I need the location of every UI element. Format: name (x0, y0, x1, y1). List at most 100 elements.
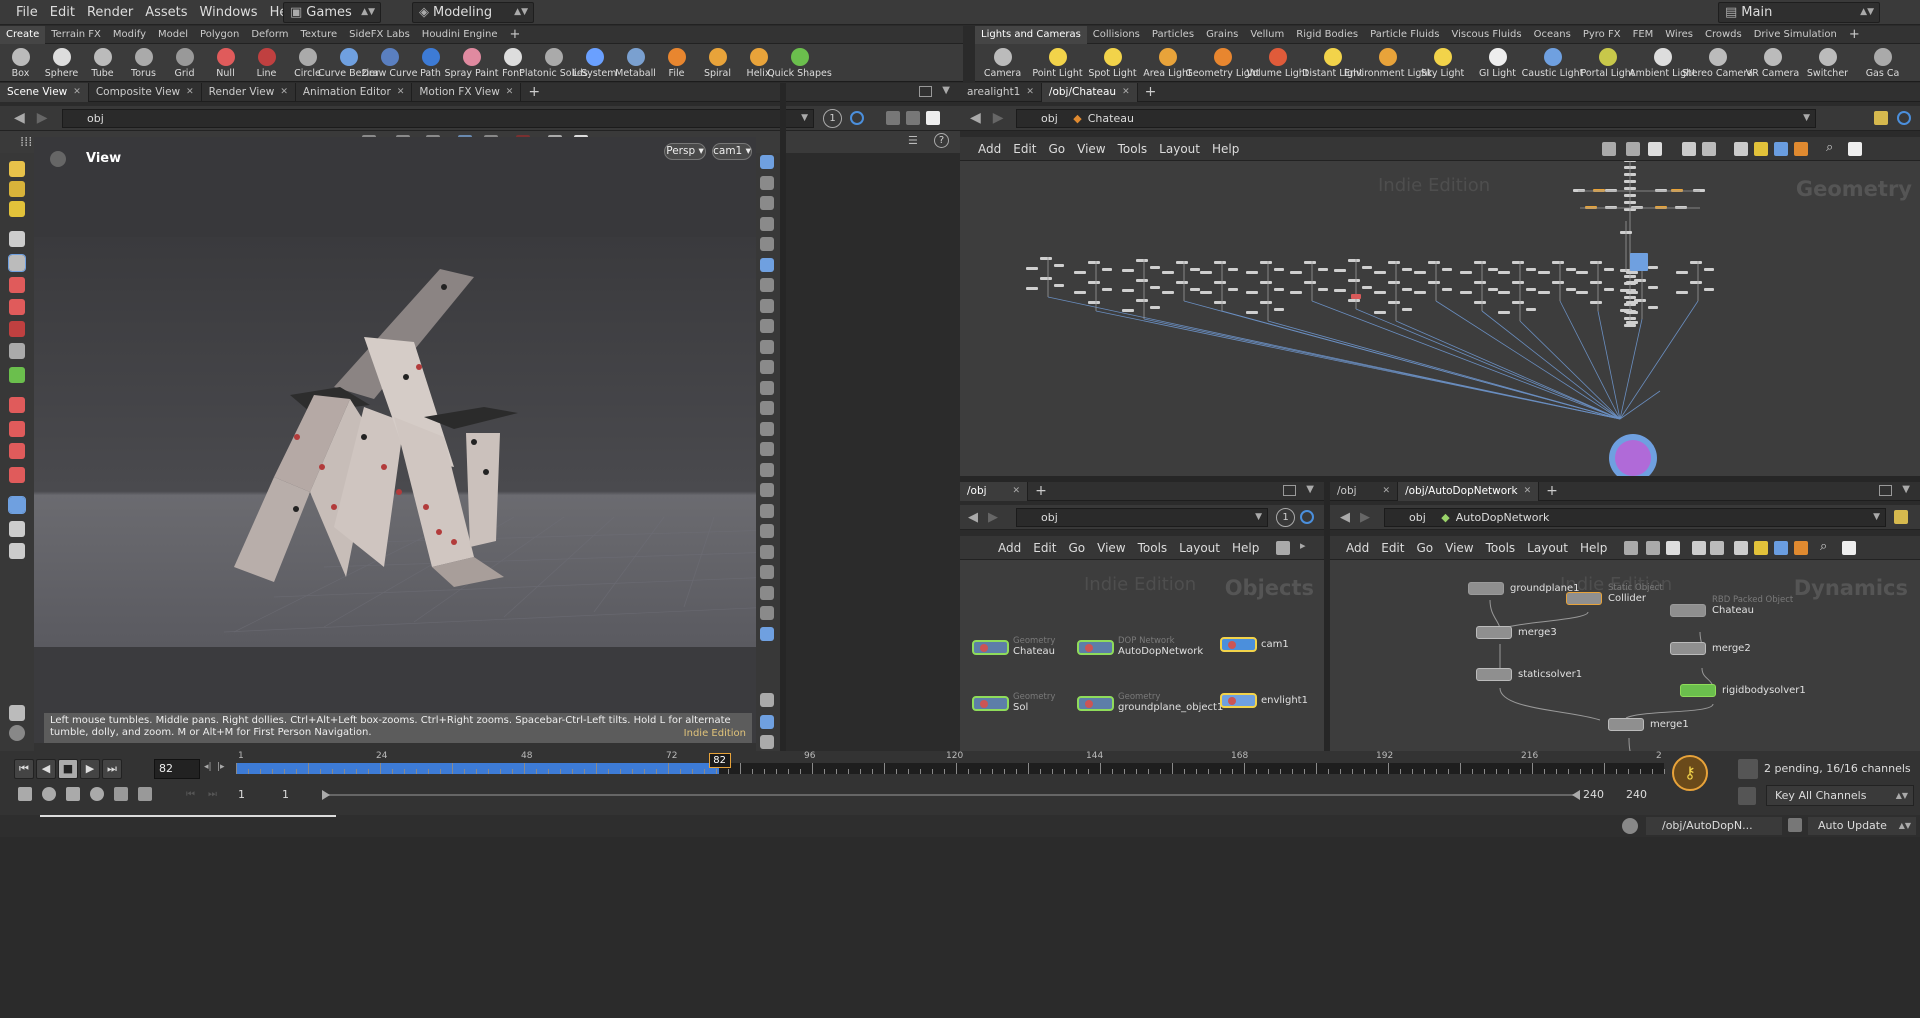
geo-node[interactable] (1304, 261, 1316, 264)
path-field[interactable]: obj ▼ (1016, 508, 1268, 527)
geo-node[interactable] (1150, 306, 1160, 309)
geo-node[interactable] (1348, 279, 1360, 282)
list-icon[interactable] (1648, 142, 1662, 156)
dop-node-rigidbodysolver1-6[interactable]: rigidbodysolver1 (1680, 684, 1806, 697)
geo-node[interactable] (1190, 268, 1200, 271)
desktop-select[interactable]: ▣ Games ▲▼ (283, 2, 381, 23)
tool-sky-light[interactable]: Sky Light (1415, 46, 1470, 79)
geo-node[interactable] (1200, 291, 1212, 294)
geo-node[interactable] (1150, 286, 1160, 289)
geo-node[interactable] (1026, 267, 1038, 270)
display-option-icon[interactable] (760, 401, 774, 415)
geo-node[interactable] (1626, 321, 1638, 324)
geo-node[interactable] (1228, 288, 1238, 291)
display-option-icon[interactable] (760, 380, 774, 395)
translate-icon[interactable] (9, 321, 25, 337)
geo-node[interactable] (1136, 259, 1148, 262)
tab-composite-view[interactable]: Composite View ✕ (89, 82, 202, 102)
shelf-tab-houdini-engine[interactable]: Houdini Engine (416, 26, 504, 44)
geo-node[interactable] (1402, 268, 1412, 271)
geo-node[interactable] (1214, 281, 1226, 284)
layout-select[interactable]: ▤ Main ▲▼ (1718, 2, 1880, 23)
shelf-tab-model[interactable]: Model (152, 26, 194, 44)
viewport-layout-icon[interactable] (886, 111, 900, 125)
stack-icon[interactable] (1794, 142, 1808, 156)
select-icon[interactable] (9, 231, 25, 247)
geo-node[interactable] (1498, 271, 1510, 274)
geo-node[interactable] (1428, 261, 1440, 264)
tab-obj[interactable]: /obj ✕ (1330, 481, 1399, 501)
menu-view[interactable]: View (1091, 541, 1131, 555)
camera-tool-icon[interactable] (9, 521, 25, 537)
tool-spray-paint[interactable]: Spray Paint (445, 46, 498, 79)
image-icon[interactable] (1734, 142, 1748, 156)
realtime-icon[interactable] (18, 787, 32, 801)
display-option-icon[interactable] (760, 462, 774, 477)
pin-badge[interactable]: 1 (823, 109, 842, 128)
tab-obj-chateau[interactable]: /obj/Chateau ✕ (1041, 82, 1138, 102)
geo-node[interactable] (1374, 271, 1386, 274)
geo-node[interactable] (1671, 189, 1683, 192)
tool-switcher[interactable]: Switcher (1800, 46, 1855, 79)
dop-network-editor[interactable]: Indie Edition Dynamics groundplane1 Stati… (1330, 560, 1920, 751)
menu-go[interactable]: Go (1062, 541, 1091, 555)
node-body[interactable] (1670, 604, 1706, 617)
node-body[interactable] (972, 639, 1009, 655)
step-back-icon[interactable]: ◂| (204, 762, 212, 772)
geo-node[interactable] (1200, 271, 1212, 274)
handle-icon[interactable] (9, 161, 25, 177)
geo-node[interactable] (1374, 291, 1386, 294)
geo-node[interactable] (1512, 261, 1524, 264)
geo-node[interactable] (1122, 309, 1134, 312)
geo-node[interactable] (1214, 261, 1226, 264)
add-shelf-tab-button[interactable]: + (1843, 26, 1866, 44)
display-option-icon[interactable] (760, 585, 774, 600)
geo-node[interactable] (1626, 281, 1638, 284)
geo-node[interactable] (1573, 189, 1585, 192)
shelf-tab-vellum[interactable]: Vellum (1244, 26, 1290, 44)
layout-grid-icon[interactable] (760, 715, 774, 729)
node-body[interactable] (1476, 626, 1512, 639)
geo-node[interactable] (1088, 281, 1100, 284)
menu-edit[interactable]: Edit (1007, 142, 1042, 156)
close-icon[interactable]: ✕ (73, 83, 81, 102)
range-icon[interactable] (114, 787, 128, 801)
geo-node[interactable] (1318, 268, 1328, 271)
geo-node[interactable] (1414, 271, 1426, 274)
geo-node[interactable] (1026, 287, 1038, 290)
tool-gi-light[interactable]: GI Light (1470, 46, 1525, 79)
menu-tools[interactable]: Tools (1480, 541, 1522, 555)
geo-node[interactable] (1605, 206, 1617, 209)
geo-node[interactable] (1162, 271, 1174, 274)
geo-node[interactable] (1102, 288, 1112, 291)
geo-node[interactable] (1655, 189, 1667, 192)
wrench-icon[interactable] (1276, 541, 1290, 555)
node-body[interactable] (1608, 718, 1644, 731)
tool-stereo-camera[interactable]: Stereo Camera (1682, 46, 1753, 79)
menu-add[interactable]: Add (1340, 541, 1375, 555)
single-view-icon[interactable] (926, 111, 940, 125)
menu-edit[interactable]: Edit (1375, 541, 1410, 555)
search-icon[interactable]: ⌕ (1826, 140, 1833, 155)
display-option-icon[interactable] (760, 544, 774, 559)
geo-node[interactable] (1290, 291, 1302, 294)
display-option-icon[interactable] (760, 196, 774, 210)
add-tab-button[interactable]: + (1028, 482, 1054, 501)
3d-viewport[interactable]: View Persp ▾ cam1 ▾ Left mouse tumbles. … (34, 137, 756, 743)
note-icon[interactable] (1754, 541, 1768, 555)
prev-key-icon[interactable]: ⏮ (186, 789, 195, 800)
geo-node[interactable] (1414, 291, 1426, 294)
close-icon[interactable]: ✕ (280, 83, 288, 102)
play-button[interactable]: ▶ (80, 759, 100, 779)
scale-icon[interactable] (9, 277, 25, 293)
display-options-icon[interactable] (906, 111, 920, 125)
obj-node-groundplane-object1[interactable]: Geometry groundplane_object1 (1077, 693, 1223, 713)
tool-l-system[interactable]: L-System (573, 46, 617, 79)
menu-layout[interactable]: Layout (1173, 541, 1226, 555)
shelf-tab-pyro-fx[interactable]: Pyro FX (1577, 26, 1627, 44)
geo-node[interactable] (1054, 284, 1064, 287)
display-option-icon[interactable] (760, 483, 774, 497)
geo-node[interactable] (1362, 286, 1372, 289)
display-option-icon[interactable] (760, 237, 774, 251)
geo-node[interactable] (1088, 301, 1100, 304)
